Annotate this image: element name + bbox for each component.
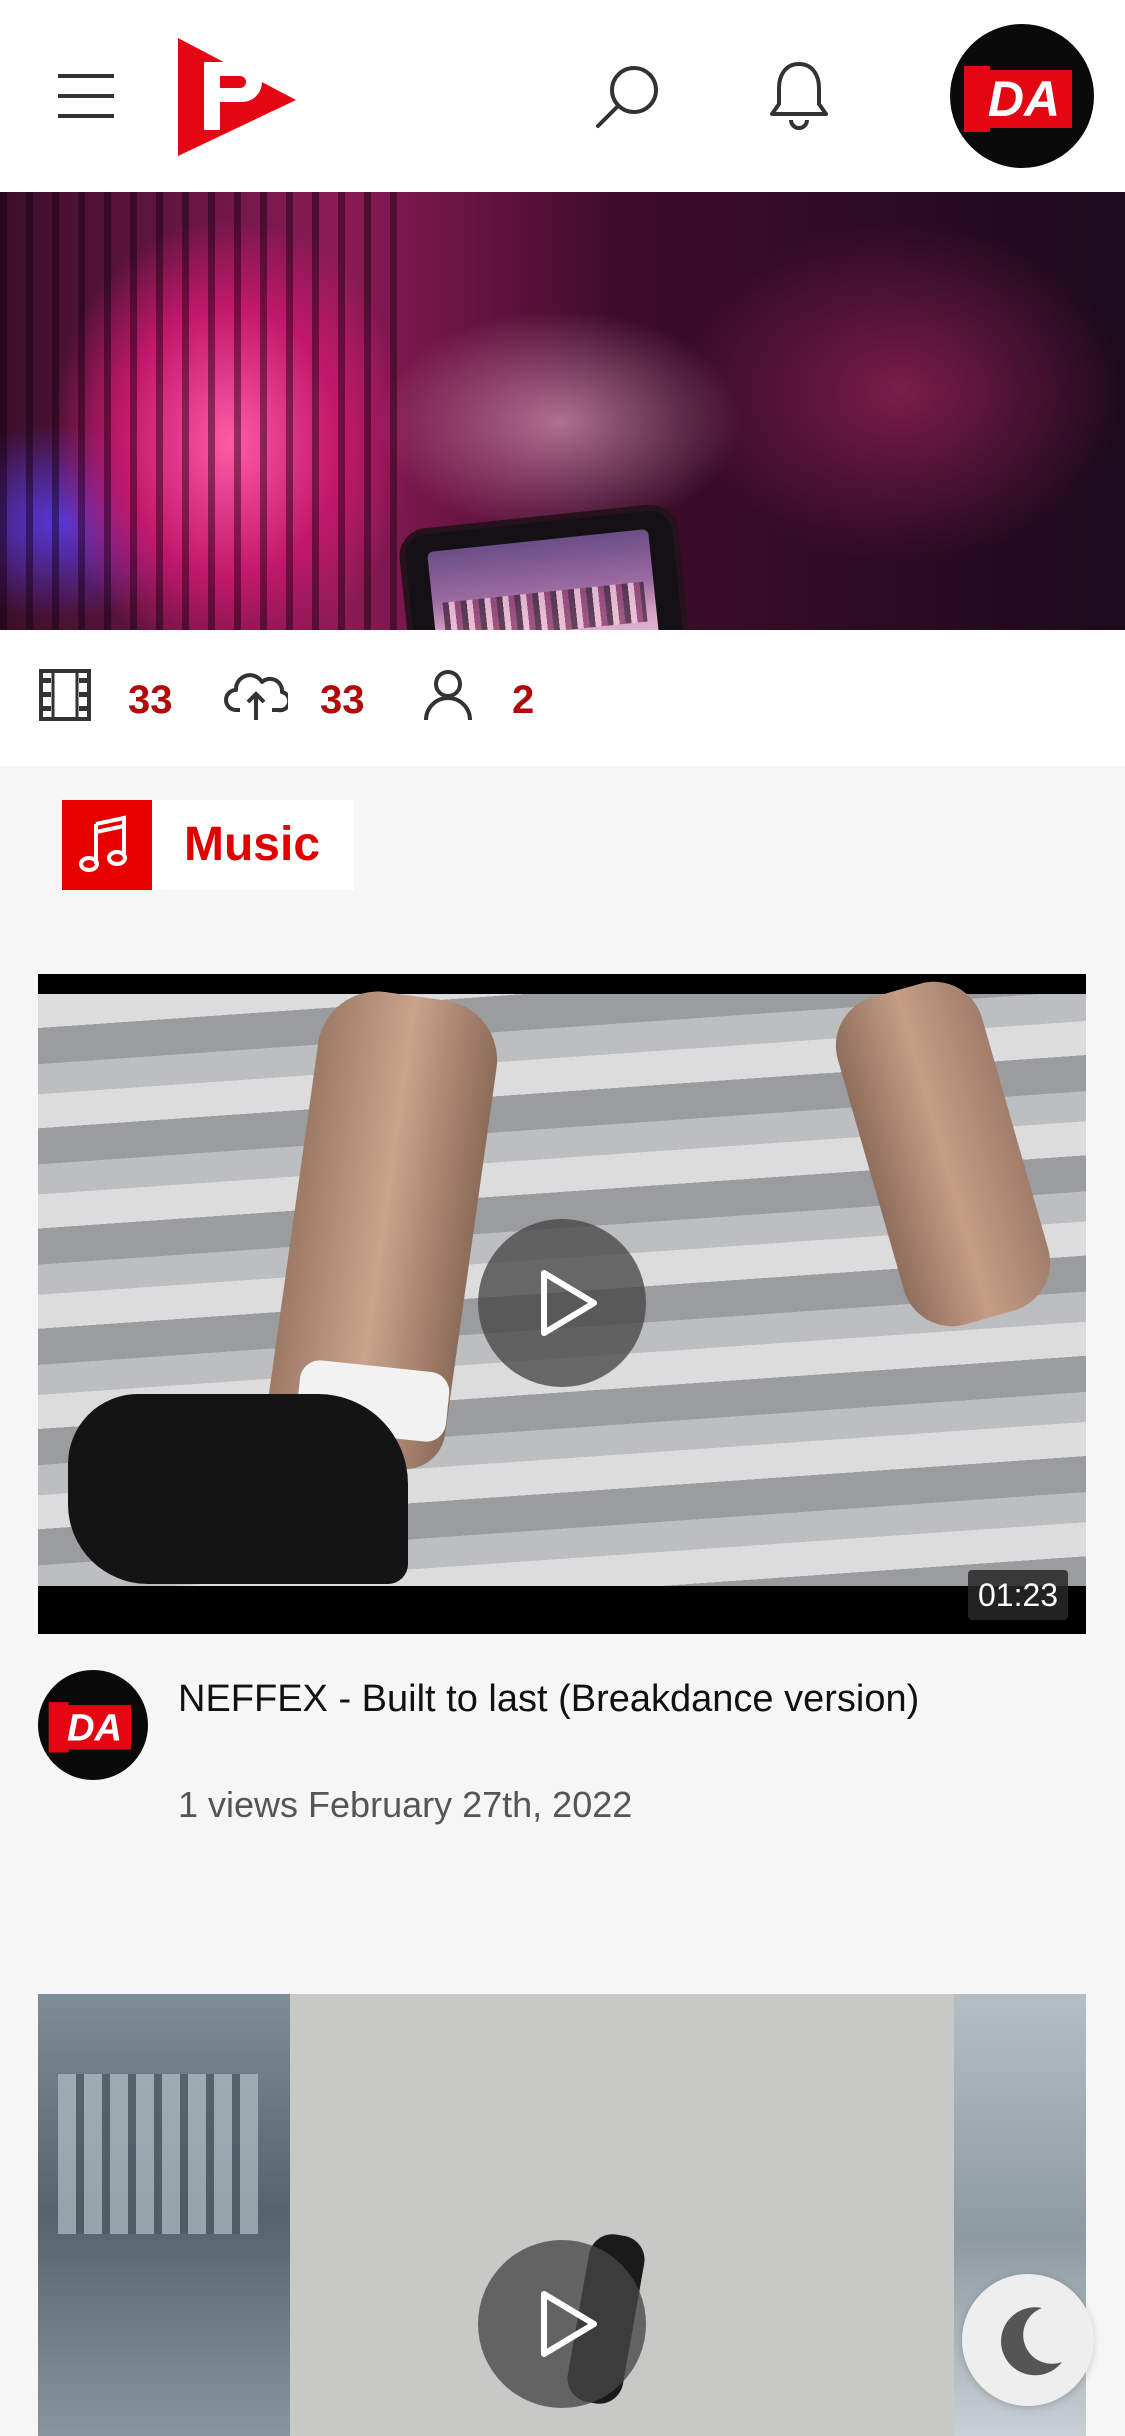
bell-icon[interactable] [768, 60, 830, 132]
category-badge [62, 800, 152, 890]
play-button[interactable] [478, 2240, 646, 2408]
moon-icon [1001, 2307, 1062, 2376]
account-avatar[interactable]: DA [950, 24, 1094, 168]
videos-count: 33 [128, 678, 173, 722]
user-icon [424, 670, 472, 721]
play-logo-icon[interactable] [176, 34, 300, 158]
search-icon[interactable] [592, 60, 664, 132]
phone-in-hand [403, 508, 689, 630]
music-note-icon [79, 815, 127, 872]
category-heading[interactable]: Music [62, 800, 354, 890]
dark-mode-toggle[interactable] [962, 2274, 1094, 2406]
play-icon [541, 1270, 597, 1336]
film-icon [39, 669, 91, 721]
video-duration: 01:23 [968, 1570, 1069, 1620]
da-logo-icon: DA [964, 66, 1072, 132]
uploads-count: 33 [320, 678, 365, 722]
video-meta: 1 views February 27th, 2022 [178, 1784, 633, 1825]
hero-banner-image [0, 192, 1125, 630]
play-icon [541, 2291, 597, 2357]
users-count: 2 [512, 678, 535, 722]
top-bar: DA [0, 0, 1125, 193]
avatar-text: DA [988, 71, 1060, 127]
category-label: Music [184, 818, 321, 871]
channel-avatar[interactable]: DA [38, 1670, 148, 1780]
play-button[interactable] [478, 1219, 646, 1387]
video-title[interactable]: NEFFEX - Built to last (Breakdance versi… [178, 1672, 1078, 1726]
hamburger-menu-icon[interactable] [54, 68, 118, 124]
channel-avatar-text: DA [67, 1706, 122, 1749]
da-logo-icon: DA [48, 1702, 132, 1753]
cloud-upload-icon [224, 673, 288, 720]
